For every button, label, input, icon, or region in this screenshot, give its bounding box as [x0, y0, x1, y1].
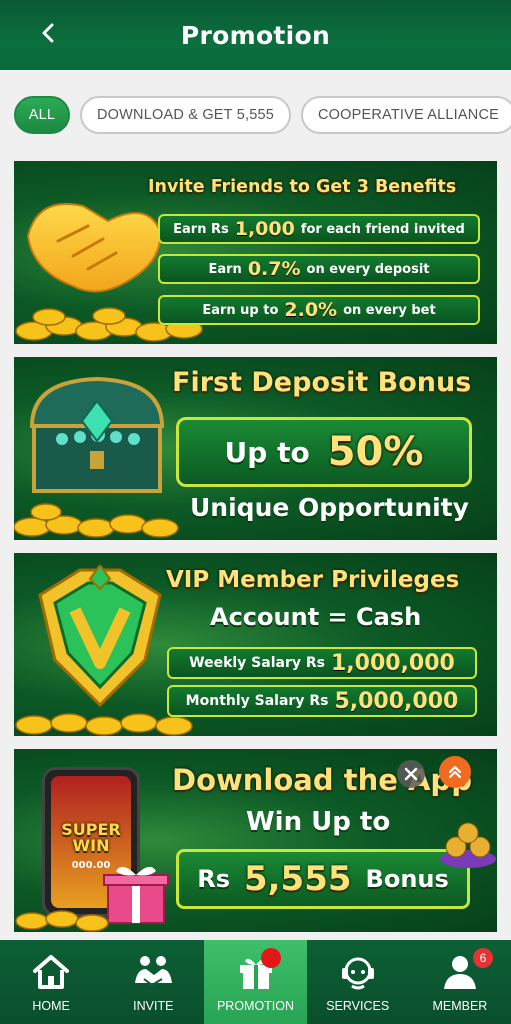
- handshake-icon: [26, 203, 162, 293]
- banner-title: First Deposit Bonus: [172, 367, 472, 398]
- headset-icon: [341, 957, 374, 990]
- promotion-filter-tabs: ALL DOWNLOAD & GET 5,555 COOPERATIVE ALL…: [0, 96, 511, 136]
- invite-friends-banner[interactable]: Invite Friends to Get 3 Benefits Earn Rs…: [14, 161, 497, 344]
- close-floating-button[interactable]: [397, 760, 425, 788]
- top-bar: Promotion: [0, 0, 511, 70]
- filter-tab-all[interactable]: ALL: [14, 96, 70, 134]
- close-icon: [404, 767, 418, 781]
- back-button[interactable]: [30, 15, 66, 51]
- filter-tab-cooperative[interactable]: COOPERATIVE ALLIANCE: [300, 96, 511, 134]
- notification-dot: [260, 948, 281, 968]
- scroll-top-button[interactable]: [439, 756, 471, 788]
- nav-services[interactable]: SERVICES: [307, 940, 409, 1024]
- bonus-pill: Up to 50%: [176, 417, 472, 487]
- benefit-row: Earn 0.7% on every deposit: [158, 254, 480, 284]
- banner-title: Invite Friends to Get 3 Benefits: [148, 177, 457, 197]
- salary-row: Monthly Salary Rs 5,000,000: [167, 685, 477, 717]
- filter-tab-download[interactable]: DOWNLOAD & GET 5,555: [80, 96, 291, 134]
- benefit-row: Earn Rs 1,000 for each friend invited: [158, 214, 480, 244]
- banner-title: Download the App: [172, 763, 472, 797]
- nav-invite[interactable]: INVITE: [102, 940, 204, 1024]
- home-icon: [33, 955, 70, 989]
- gold-coins-icon: [14, 503, 179, 538]
- nav-promotion[interactable]: PROMOTION: [204, 940, 307, 1024]
- bonus-pill: Rs 5,555 Bonus: [176, 849, 470, 909]
- bottom-navigation: HOME INVITE PROMOTION SERVICES 6 MEMBER: [0, 940, 511, 1024]
- chevron-left-icon: [42, 23, 54, 43]
- banner-subtitle: Win Up to: [246, 807, 391, 837]
- benefit-row: Earn up to 2.0% on every bet: [158, 295, 480, 325]
- vip-privileges-banner[interactable]: VIP Member Privileges Account = Cash Wee…: [14, 553, 497, 736]
- handshake-icon: [135, 956, 173, 987]
- gold-coins-icon: [15, 910, 109, 932]
- banner-title: VIP Member Privileges: [166, 567, 460, 593]
- treasure-chest-icon: [29, 376, 165, 493]
- banner-subtitle: Unique Opportunity: [190, 493, 469, 522]
- nav-home[interactable]: HOME: [0, 940, 102, 1024]
- banner-subtitle: Account = Cash: [210, 603, 422, 631]
- promotion-list: Invite Friends to Get 3 Benefits Earn Rs…: [14, 161, 497, 945]
- page-title: Promotion: [180, 20, 331, 50]
- nav-member[interactable]: 6 MEMBER: [409, 940, 511, 1024]
- golden-eggs-icon: [440, 822, 496, 868]
- salary-row: Weekly Salary Rs 1,000,000: [167, 647, 477, 679]
- double-chevron-up-icon: [448, 765, 462, 779]
- vip-shield-icon: [38, 565, 162, 708]
- first-deposit-banner[interactable]: First Deposit Bonus Up to 50% Unique Opp…: [14, 357, 497, 540]
- member-badge: 6: [473, 948, 494, 968]
